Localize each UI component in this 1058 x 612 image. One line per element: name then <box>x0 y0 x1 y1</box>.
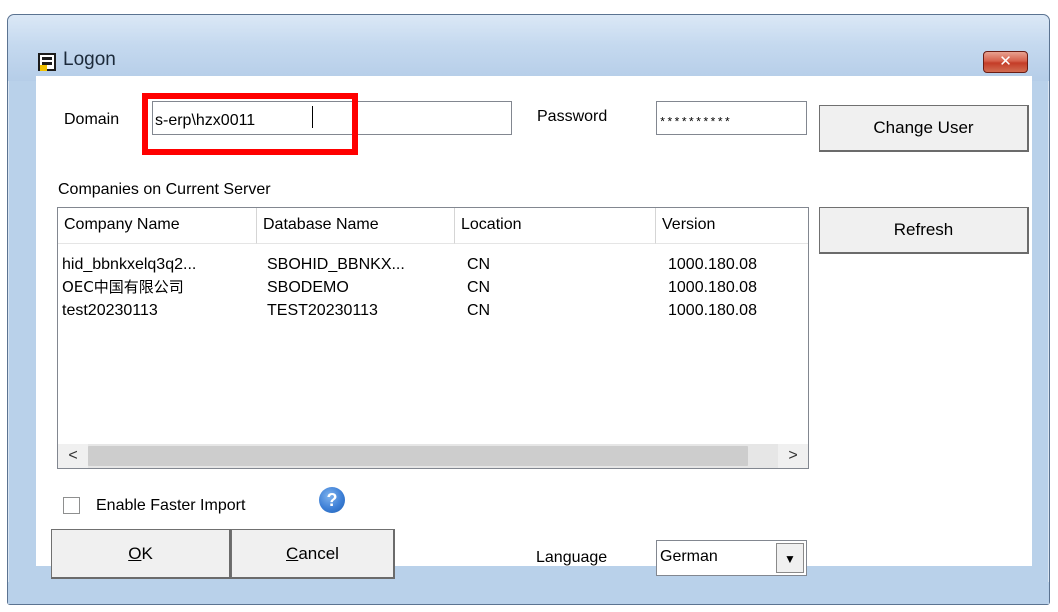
scrollbar-thumb[interactable] <box>88 446 748 466</box>
cell-version: 1000.180.08 <box>668 279 757 296</box>
cell-company-name: OEC中国有限公司 <box>62 278 184 296</box>
language-select[interactable]: German ▼ <box>656 540 807 576</box>
cancel-mnemonic: C <box>286 544 299 563</box>
column-header-version[interactable]: Version <box>656 208 808 244</box>
language-selected-value: German <box>660 548 718 565</box>
faster-import-label: Enable Faster Import <box>96 497 246 514</box>
domain-label: Domain <box>64 111 120 128</box>
cancel-label-rest: ancel <box>298 544 339 563</box>
companies-label: Companies on Current Server <box>58 181 271 198</box>
cell-version: 1000.180.08 <box>668 302 757 319</box>
cell-location: CN <box>467 279 491 296</box>
password-label: Password <box>537 108 608 125</box>
cancel-button[interactable]: Cancel <box>231 529 395 579</box>
window-title: Logon <box>63 49 116 70</box>
column-header-company-name[interactable]: Company Name <box>58 208 257 244</box>
text-caret <box>312 106 313 128</box>
column-header-database-name[interactable]: Database Name <box>257 208 455 244</box>
ok-mnemonic: O <box>128 544 142 563</box>
cell-company-name: test20230113 <box>62 302 158 319</box>
cell-database-name: SBODEMO <box>267 279 349 296</box>
table-header: Company Name Database Name Location Vers… <box>58 208 808 244</box>
change-user-button[interactable]: Change User <box>819 105 1029 152</box>
domain-field[interactable] <box>152 101 512 135</box>
logon-window-icon <box>38 53 56 71</box>
scrollbar-track[interactable] <box>88 444 778 468</box>
companies-table[interactable]: Company Name Database Name Location Vers… <box>57 207 809 469</box>
chevron-down-icon[interactable]: ▼ <box>776 543 804 573</box>
refresh-button[interactable]: Refresh <box>819 207 1029 254</box>
question-mark-icon[interactable]: ? <box>319 487 345 513</box>
table-row[interactable]: test20230113 TEST20230113 CN 1000.180.08 <box>58 299 808 322</box>
table-row[interactable]: hid_bbnkxelq3q2... SBOHID_BBNKX... CN 10… <box>58 253 808 276</box>
title-bar: Logon ✕ <box>8 15 1049 81</box>
column-header-location[interactable]: Location <box>455 208 656 244</box>
password-field[interactable] <box>656 101 807 135</box>
cell-company-name: hid_bbnkxelq3q2... <box>62 256 197 273</box>
close-button[interactable]: ✕ <box>983 51 1028 73</box>
ok-button[interactable]: OK <box>51 529 231 579</box>
table-row[interactable]: OEC中国有限公司 SBODEMO CN 1000.180.08 <box>58 276 808 299</box>
cell-location: CN <box>467 256 491 273</box>
scroll-right-icon[interactable]: > <box>778 444 808 468</box>
language-label: Language <box>536 549 608 566</box>
cell-version: 1000.180.08 <box>668 256 757 273</box>
cell-database-name: TEST20230113 <box>267 302 378 319</box>
cell-database-name: SBOHID_BBNKX... <box>267 256 405 273</box>
faster-import-checkbox[interactable] <box>63 497 80 514</box>
window-frame-bottom <box>8 582 1049 604</box>
cell-location: CN <box>467 302 491 319</box>
horizontal-scrollbar[interactable]: < > <box>58 444 808 468</box>
ok-label-rest: K <box>141 544 153 563</box>
scroll-left-icon[interactable]: < <box>58 444 88 468</box>
